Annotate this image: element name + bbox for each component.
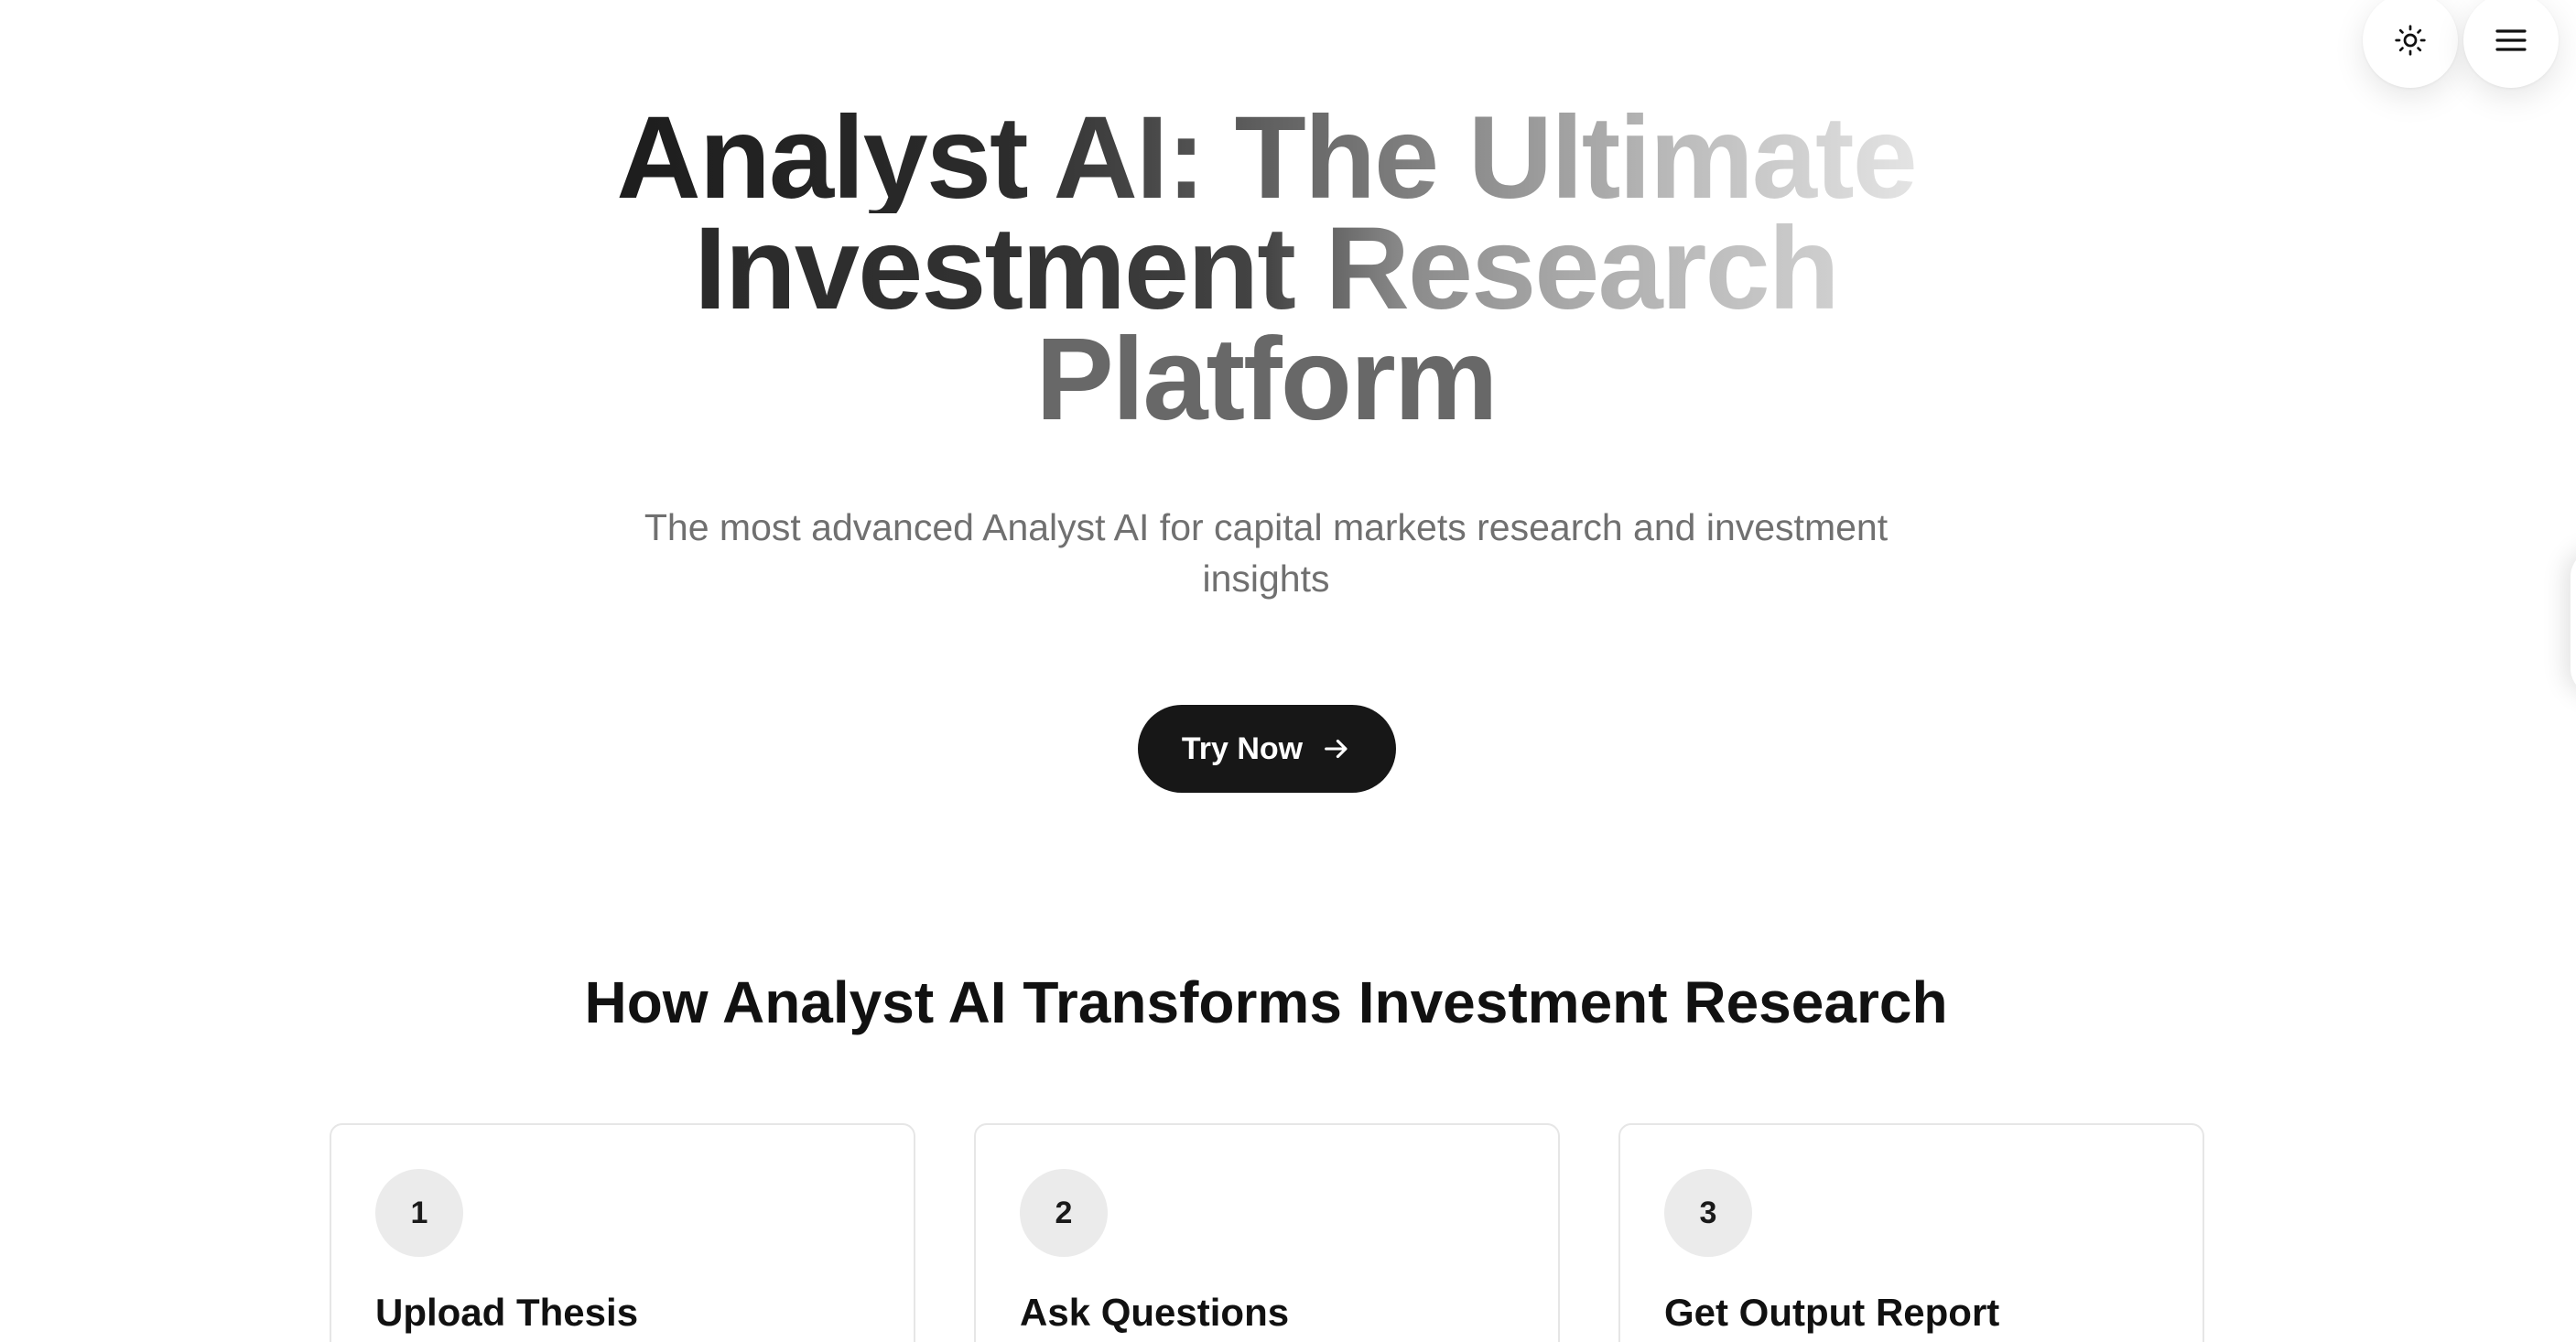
hamburger-menu-icon bbox=[2493, 22, 2529, 59]
arrow-right-icon bbox=[1321, 733, 1352, 764]
hero-title-line-2: Investment Research bbox=[694, 203, 1840, 334]
hero-title-line-3: Platform bbox=[1035, 314, 1498, 445]
try-now-button[interactable]: Try Now bbox=[1138, 705, 1396, 793]
sun-icon bbox=[2394, 24, 2427, 57]
step-number-badge: 2 bbox=[1020, 1169, 1108, 1257]
menu-button[interactable] bbox=[2463, 0, 2559, 88]
step-title: Upload Thesis bbox=[375, 1291, 639, 1334]
try-now-label: Try Now bbox=[1181, 731, 1304, 766]
step-title: Get Output Report bbox=[1664, 1291, 2000, 1334]
step-card: 2 Ask Questions bbox=[974, 1123, 1560, 1342]
step-number-badge: 3 bbox=[1664, 1169, 1752, 1257]
hero-subtitle-wrapper: The most advanced Analyst AI for capital… bbox=[0, 502, 2532, 604]
theme-toggle-button[interactable] bbox=[2363, 0, 2458, 88]
section-title: How Analyst AI Transforms Investment Res… bbox=[584, 969, 1948, 1035]
step-number-badge: 1 bbox=[375, 1169, 463, 1257]
step-card: 3 Get Output Report bbox=[1618, 1123, 2204, 1342]
hero-title-line-1: Analyst AI: The Ultimate bbox=[616, 92, 1917, 223]
step-title: Ask Questions bbox=[1020, 1291, 1290, 1334]
hero-title: Analyst AI: The Ultimate Investment Rese… bbox=[0, 92, 2532, 445]
hero-subtitle: The most advanced Analyst AI for capital… bbox=[644, 506, 1889, 600]
step-card: 1 Upload Thesis bbox=[330, 1123, 915, 1342]
page: Analyst AI: The Ultimate Investment Rese… bbox=[0, 0, 2576, 1342]
side-panel-edge bbox=[2571, 549, 2576, 696]
